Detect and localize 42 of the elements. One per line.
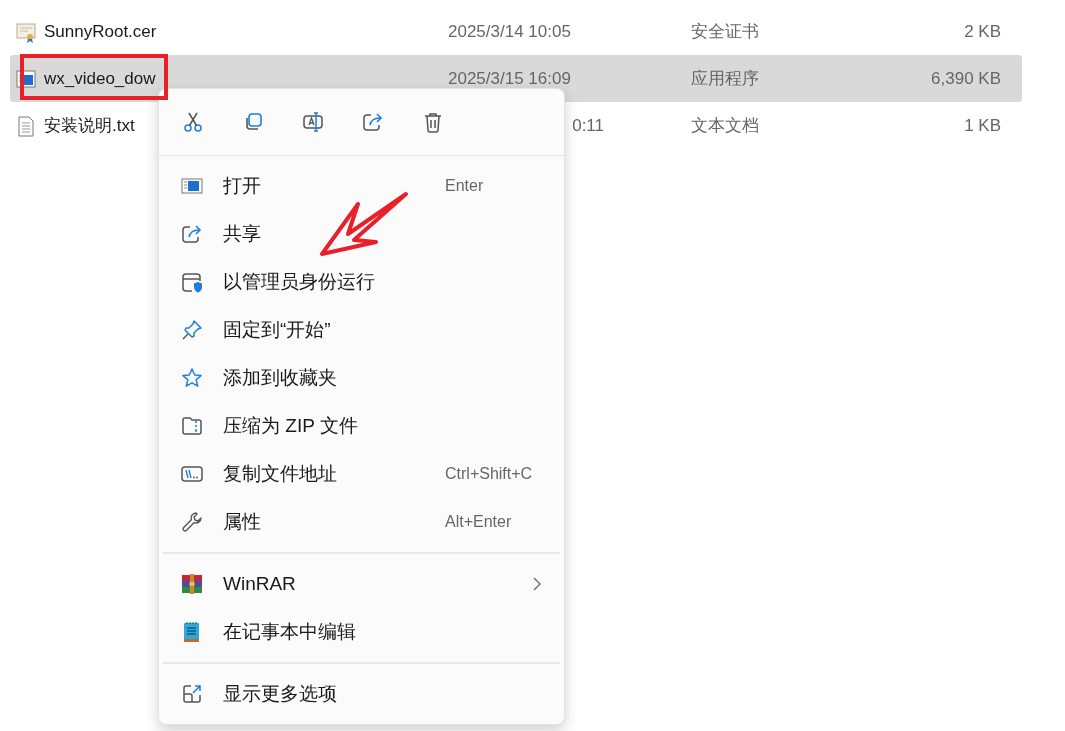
file-name: SunnyRoot.cer: [44, 20, 157, 43]
wrench-icon: [180, 510, 204, 534]
menu-item[interactable]: 添加到收藏夹: [163, 354, 560, 402]
file-date: 2025/3/15 16:09: [448, 67, 572, 90]
file-icon: [15, 114, 37, 137]
file-size: 1 KB: [963, 114, 1001, 137]
shield-window-icon: [180, 270, 204, 294]
shortcut-label: Alt+Enter: [445, 512, 512, 532]
shortcut-label: Ctrl+Shift+C: [445, 464, 533, 484]
file-size: 2 KB: [963, 20, 1001, 43]
rename-button[interactable]: [302, 111, 324, 133]
zip-folder-icon: [180, 414, 204, 438]
file-name: 安装说明.txt: [44, 114, 135, 137]
delete-button[interactable]: [422, 111, 444, 133]
share-button[interactable]: [362, 111, 384, 133]
menu-item[interactable]: 属性 Alt+Enter: [163, 498, 560, 546]
menu-item[interactable]: WinRAR: [163, 560, 560, 608]
file-type: 文本文档: [691, 114, 760, 137]
share-icon: [180, 222, 204, 246]
file-date: 0:11: [571, 114, 605, 137]
menu-item[interactable]: 在记事本中编辑: [163, 608, 560, 656]
star-icon: [180, 366, 204, 390]
file-row[interactable]: 安装说明.txt 0:11 文本文档 1 KB: [10, 102, 1022, 149]
file-icon: [15, 20, 37, 43]
menu-item[interactable]: 以管理员身份运行: [163, 258, 560, 306]
file-date: 2025/3/14 10:05: [448, 20, 572, 43]
menu-item[interactable]: 共享: [163, 210, 560, 258]
file-name: wx_video_dow: [44, 67, 156, 90]
file-type: 安全证书: [691, 20, 760, 43]
menu-item[interactable]: 压缩为 ZIP 文件: [163, 402, 560, 450]
menu-item[interactable]: 打开 Enter: [163, 162, 560, 210]
books-icon: [180, 572, 204, 596]
pin-icon: [180, 318, 204, 342]
file-type: 应用程序: [691, 67, 760, 90]
file-row[interactable]: SunnyRoot.cer 2025/3/14 10:05 安全证书 2 KB: [10, 8, 1022, 55]
scissors-button[interactable]: [182, 111, 204, 133]
menu-item[interactable]: 显示更多选项: [163, 670, 560, 718]
menu-item[interactable]: 复制文件地址 Ctrl+Shift+C: [163, 450, 560, 498]
file-size: 6,390 KB: [930, 67, 1001, 90]
expand-icon: [180, 682, 204, 706]
menu-item[interactable]: 固定到“开始”: [163, 306, 560, 354]
shortcut-label: Enter: [445, 176, 484, 196]
